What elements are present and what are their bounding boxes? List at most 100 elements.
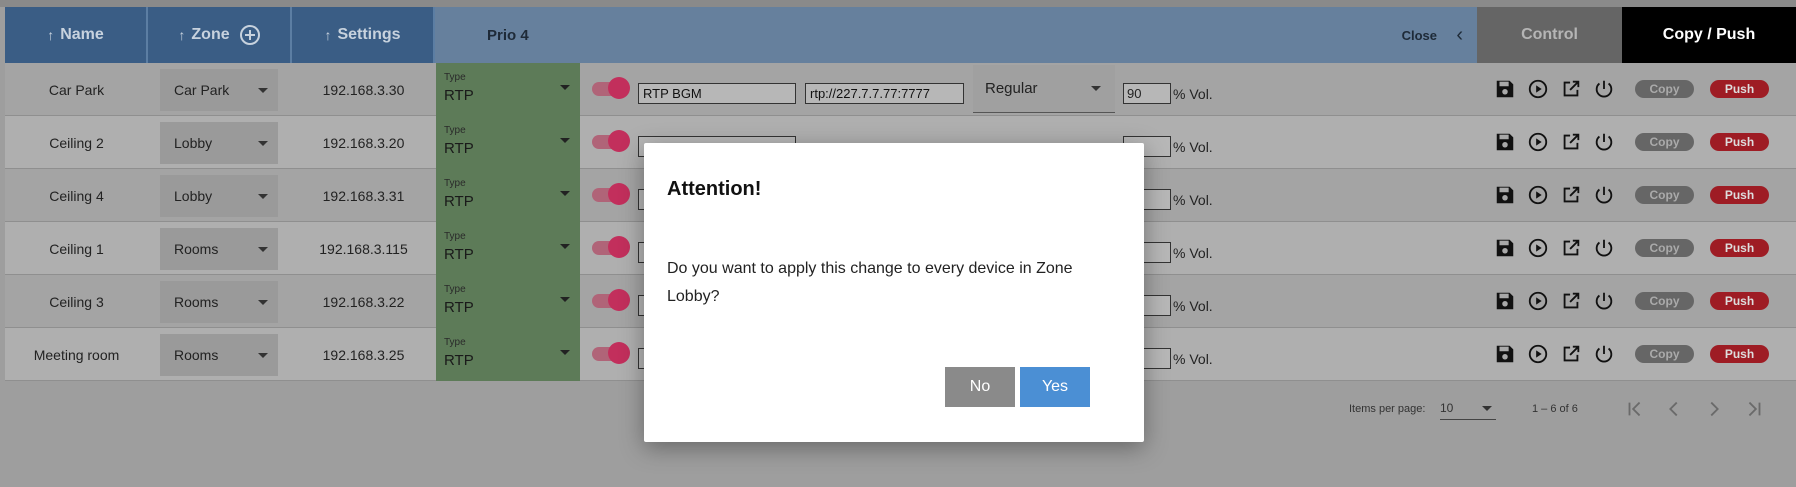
enable-toggle[interactable] (592, 183, 630, 205)
column-header-settings[interactable]: ↑ Settings (292, 7, 435, 63)
save-icon[interactable] (1494, 343, 1516, 365)
type-select[interactable]: Type RTP (436, 169, 580, 222)
open-external-icon[interactable] (1560, 290, 1582, 312)
device-name: Car Park (48, 81, 105, 98)
zone-value: Lobby (174, 135, 213, 151)
enable-toggle[interactable] (592, 130, 630, 152)
play-icon[interactable] (1527, 131, 1549, 153)
type-value: RTP (444, 87, 474, 104)
enable-toggle[interactable] (592, 77, 630, 99)
volume-suffix: % Vol. (1173, 350, 1213, 367)
sort-arrow-icon: ↑ (324, 27, 332, 43)
items-per-page-select[interactable]: 10 (1440, 398, 1496, 420)
play-icon[interactable] (1527, 78, 1549, 100)
chevron-down-icon (258, 247, 268, 252)
enable-toggle[interactable] (592, 236, 630, 258)
power-icon[interactable] (1593, 237, 1615, 259)
items-per-page-value: 10 (1440, 401, 1454, 415)
enable-toggle[interactable] (592, 342, 630, 364)
save-icon[interactable] (1494, 290, 1516, 312)
copy-button[interactable]: Copy (1635, 292, 1694, 310)
page-range-label: 1 – 6 of 6 (1532, 403, 1578, 415)
type-value: RTP (444, 140, 474, 157)
chevron-down-icon (258, 141, 268, 146)
chevron-down-icon (560, 85, 570, 90)
chevron-left-icon[interactable]: ‹ (1456, 24, 1463, 47)
source-name-input[interactable]: RTP BGM (638, 83, 796, 104)
push-button[interactable]: Push (1710, 345, 1769, 363)
power-icon[interactable] (1593, 343, 1615, 365)
push-button[interactable]: Push (1710, 133, 1769, 151)
push-button[interactable]: Push (1710, 186, 1769, 204)
prio-close-button[interactable]: Close (1402, 28, 1437, 43)
power-icon[interactable] (1593, 131, 1615, 153)
power-icon[interactable] (1593, 184, 1615, 206)
zone-value: Rooms (174, 347, 219, 363)
type-select[interactable]: Type RTP (436, 275, 580, 328)
items-per-page-label: Items per page: (1349, 403, 1426, 415)
device-ip: 192.168.3.30 (322, 81, 405, 98)
zone-select[interactable]: Rooms (160, 228, 278, 270)
save-icon[interactable] (1494, 237, 1516, 259)
save-icon[interactable] (1494, 184, 1516, 206)
volume-suffix: % Vol. (1173, 191, 1213, 208)
type-select[interactable]: Type RTP (436, 116, 580, 169)
open-external-icon[interactable] (1560, 131, 1582, 153)
mode-select[interactable]: Regular (973, 65, 1115, 113)
dialog-title: Attention! (667, 178, 762, 200)
open-external-icon[interactable] (1560, 184, 1582, 206)
app-root: ↑ Name ↑ Zone ↑ Settings Prio 4 Close ‹ … (0, 0, 1796, 487)
zone-select[interactable]: Lobby (160, 122, 278, 164)
copy-button[interactable]: Copy (1635, 239, 1694, 257)
play-icon[interactable] (1527, 184, 1549, 206)
type-select[interactable]: Type RTP (436, 222, 580, 275)
push-button[interactable]: Push (1710, 80, 1769, 98)
copy-button[interactable]: Copy (1635, 133, 1694, 151)
column-header-copy-push: Copy / Push (1622, 7, 1796, 63)
column-header-zone[interactable]: ↑ Zone (148, 7, 292, 63)
type-select[interactable]: Type RTP (436, 63, 580, 116)
next-page-icon[interactable] (1703, 398, 1725, 420)
stream-url-input[interactable]: rtp://227.7.7.77:7777 (805, 83, 964, 104)
power-icon[interactable] (1593, 290, 1615, 312)
save-icon[interactable] (1494, 78, 1516, 100)
no-button[interactable]: No (945, 367, 1015, 407)
device-name: Ceiling 1 (49, 240, 104, 257)
chevron-down-icon (560, 297, 570, 302)
device-name: Ceiling 4 (49, 187, 104, 204)
power-icon[interactable] (1593, 78, 1615, 100)
open-external-icon[interactable] (1560, 237, 1582, 259)
add-zone-icon[interactable] (239, 25, 260, 45)
yes-button[interactable]: Yes (1020, 367, 1090, 407)
top-strip (0, 0, 1796, 7)
dialog-message: Do you want to apply this change to ever… (667, 260, 1073, 305)
type-select[interactable]: Type RTP (436, 328, 580, 381)
chevron-down-icon (560, 138, 570, 143)
open-external-icon[interactable] (1560, 343, 1582, 365)
volume-input[interactable]: 90 (1123, 83, 1171, 104)
push-button[interactable]: Push (1710, 292, 1769, 310)
push-button[interactable]: Push (1710, 239, 1769, 257)
zone-select[interactable]: Car Park (160, 69, 278, 111)
last-page-icon[interactable] (1743, 398, 1765, 420)
device-name: Meeting room (33, 346, 120, 363)
enable-toggle[interactable] (592, 289, 630, 311)
column-header-name[interactable]: ↑ Name (5, 7, 148, 63)
copy-button[interactable]: Copy (1635, 345, 1694, 363)
zone-select[interactable]: Rooms (160, 334, 278, 376)
play-icon[interactable] (1527, 343, 1549, 365)
first-page-icon[interactable] (1624, 398, 1646, 420)
copy-button[interactable]: Copy (1635, 186, 1694, 204)
zone-select[interactable]: Lobby (160, 175, 278, 217)
save-icon[interactable] (1494, 131, 1516, 153)
chevron-down-icon (1482, 406, 1492, 411)
chevron-down-icon (258, 194, 268, 199)
sort-arrow-icon: ↑ (47, 27, 55, 43)
play-icon[interactable] (1527, 237, 1549, 259)
copy-button[interactable]: Copy (1635, 80, 1694, 98)
prev-page-icon[interactable] (1663, 398, 1685, 420)
play-icon[interactable] (1527, 290, 1549, 312)
type-value: RTP (444, 193, 474, 210)
zone-select[interactable]: Rooms (160, 281, 278, 323)
open-external-icon[interactable] (1560, 78, 1582, 100)
